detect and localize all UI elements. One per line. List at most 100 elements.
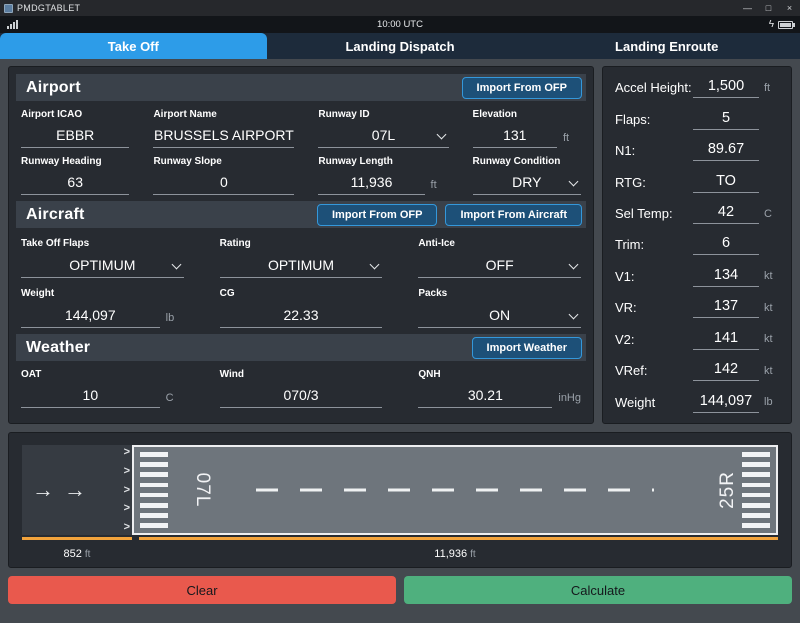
wind-label: Wind — [220, 368, 383, 381]
chevron-right-icon: > — [124, 466, 130, 477]
chevron-right-icon: > — [124, 485, 130, 496]
battery-icon — [778, 21, 793, 29]
airport-name-value: BRUSSELS AIRPORT — [154, 127, 294, 147]
oat-unit: C — [160, 392, 184, 408]
airport-icao-input[interactable]: EBBR — [21, 121, 129, 148]
runway-heading-input[interactable]: 63 — [21, 168, 129, 195]
result-value: 42 — [718, 204, 734, 220]
elevation-value: 131 — [503, 127, 526, 147]
tab-take-off[interactable]: Take Off — [0, 33, 267, 59]
oat-label: OAT — [21, 368, 184, 381]
runway-condition-select[interactable]: DRY — [473, 168, 581, 195]
aircraft-import-ofp-button[interactable]: Import From OFP — [317, 204, 437, 226]
runway-id-field: Runway ID 07L — [318, 101, 448, 148]
result-row-weight: Weight 144,097 lb — [603, 387, 791, 418]
result-row-v1: V1: 134 kt — [603, 261, 791, 292]
result-label: Flaps: — [615, 112, 693, 127]
result-unit: lb — [759, 396, 785, 408]
displaced-length-bar — [22, 537, 132, 540]
runway-length-field: Runway Length 11,936 ft — [318, 148, 448, 195]
cg-input[interactable]: 22.33 — [220, 300, 383, 328]
result-row-flaps: Flaps: 5 — [603, 103, 791, 134]
wind-input[interactable]: 070/3 — [220, 381, 383, 408]
app-icon — [4, 4, 13, 13]
chevron-down-icon — [370, 260, 380, 270]
chevron-right-icon: > — [124, 522, 130, 533]
status-bar: 10:00 UTC ϟ — [0, 16, 800, 33]
elevation-input[interactable]: 131 ft — [473, 121, 581, 148]
result-unit: kt — [759, 333, 785, 345]
result-label: N1: — [615, 143, 693, 158]
result-row-v2: V2: 141 kt — [603, 324, 791, 355]
runway-id-select[interactable]: 07L — [318, 121, 448, 148]
result-row-trim: Trim: 6 — [603, 229, 791, 260]
runway-blastpad: → → > > > > > — [22, 445, 132, 535]
runway-heading-field: Runway Heading 63 — [21, 148, 129, 195]
threshold-markings-right — [742, 452, 770, 528]
qnh-unit: inHg — [552, 392, 581, 408]
aircraft-import-aircraft-button[interactable]: Import From Aircraft — [445, 204, 582, 226]
calculate-button[interactable]: Calculate — [404, 576, 792, 604]
result-value: 134 — [714, 267, 738, 283]
result-label: VRef: — [615, 363, 693, 378]
arrow-right-icon: → — [64, 479, 86, 501]
result-value: 5 — [722, 110, 730, 126]
runway-length-bar — [139, 537, 778, 540]
runway-number-right: 25R — [717, 471, 739, 509]
displaced-threshold-chevrons: > > > > > — [124, 447, 130, 533]
takeoff-flaps-field: Take Off Flaps OPTIMUM — [21, 228, 184, 278]
runway-length-graphic-value: 11,936 — [434, 548, 467, 560]
import-weather-button[interactable]: Import Weather — [472, 337, 582, 359]
airport-import-ofp-button[interactable]: Import From OFP — [462, 77, 582, 99]
elevation-unit: ft — [557, 132, 581, 148]
qnh-input[interactable]: 30.21 inHg — [418, 381, 581, 408]
page-content: Airport Import From OFP Airport ICAO EBB… — [0, 59, 800, 604]
runway-length-input[interactable]: 11,936 ft — [318, 168, 448, 195]
result-label: Trim: — [615, 237, 693, 252]
results-card: Accel Height: 1,500 ft Flaps: 5 N1: 89.6… — [602, 66, 792, 424]
runway-diagram-card: → → > > > > > 07L 25R — [8, 432, 792, 568]
rating-select[interactable]: OPTIMUM — [220, 250, 383, 278]
rating-label: Rating — [220, 237, 383, 250]
maximize-button[interactable]: □ — [758, 0, 779, 16]
runway-length-graphic-unit: ft — [470, 549, 476, 560]
tab-landing-dispatch[interactable]: Landing Dispatch — [267, 33, 534, 59]
result-unit: kt — [759, 302, 785, 314]
anti-ice-select[interactable]: OFF — [418, 250, 581, 278]
result-row-accel-height: Accel Height: 1,500 ft — [603, 72, 791, 103]
threshold-markings-left — [140, 452, 168, 528]
displaced-length-value: 852 — [64, 548, 82, 560]
tab-landing-enroute[interactable]: Landing Enroute — [533, 33, 800, 59]
close-button[interactable]: × — [779, 0, 800, 16]
wind-value: 070/3 — [283, 387, 318, 407]
anti-ice-field: Anti-Ice OFF — [418, 228, 581, 278]
oat-value: 10 — [83, 387, 99, 407]
charging-icon: ϟ — [769, 20, 774, 30]
result-value: TO — [716, 173, 736, 189]
result-row-n1: N1: 89.67 — [603, 135, 791, 166]
runway-distance-bars — [22, 537, 778, 540]
runway-length-label: 11,936ft — [132, 544, 778, 562]
minimize-button[interactable]: — — [737, 0, 758, 16]
displaced-length-unit: ft — [85, 549, 91, 560]
result-label: Weight — [615, 395, 693, 410]
elevation-field: Elevation 131 ft — [473, 101, 581, 148]
clear-button[interactable]: Clear — [8, 576, 396, 604]
cg-label: CG — [220, 287, 383, 300]
oat-input[interactable]: 10 C — [21, 381, 184, 408]
runway-heading-label: Runway Heading — [21, 155, 129, 168]
airport-name-input[interactable]: BRUSSELS AIRPORT — [153, 121, 294, 148]
result-value: 142 — [714, 361, 738, 377]
result-label: V2: — [615, 332, 693, 347]
takeoff-flaps-select[interactable]: OPTIMUM — [21, 250, 184, 278]
packs-select[interactable]: ON — [418, 300, 581, 328]
takeoff-flaps-label: Take Off Flaps — [21, 237, 184, 250]
weight-input[interactable]: 144,097 lb — [21, 300, 184, 328]
runway-condition-value: DRY — [512, 174, 541, 194]
qnh-value: 30.21 — [468, 387, 503, 407]
weight-label: Weight — [21, 287, 184, 300]
result-value: 6 — [722, 235, 730, 251]
runway-slope-input[interactable]: 0 — [153, 168, 294, 195]
runway-id-value: 07L — [372, 127, 395, 147]
pmdg-tablet-window: { "window": { "title": "PMDGTABLET", "co… — [0, 0, 800, 623]
